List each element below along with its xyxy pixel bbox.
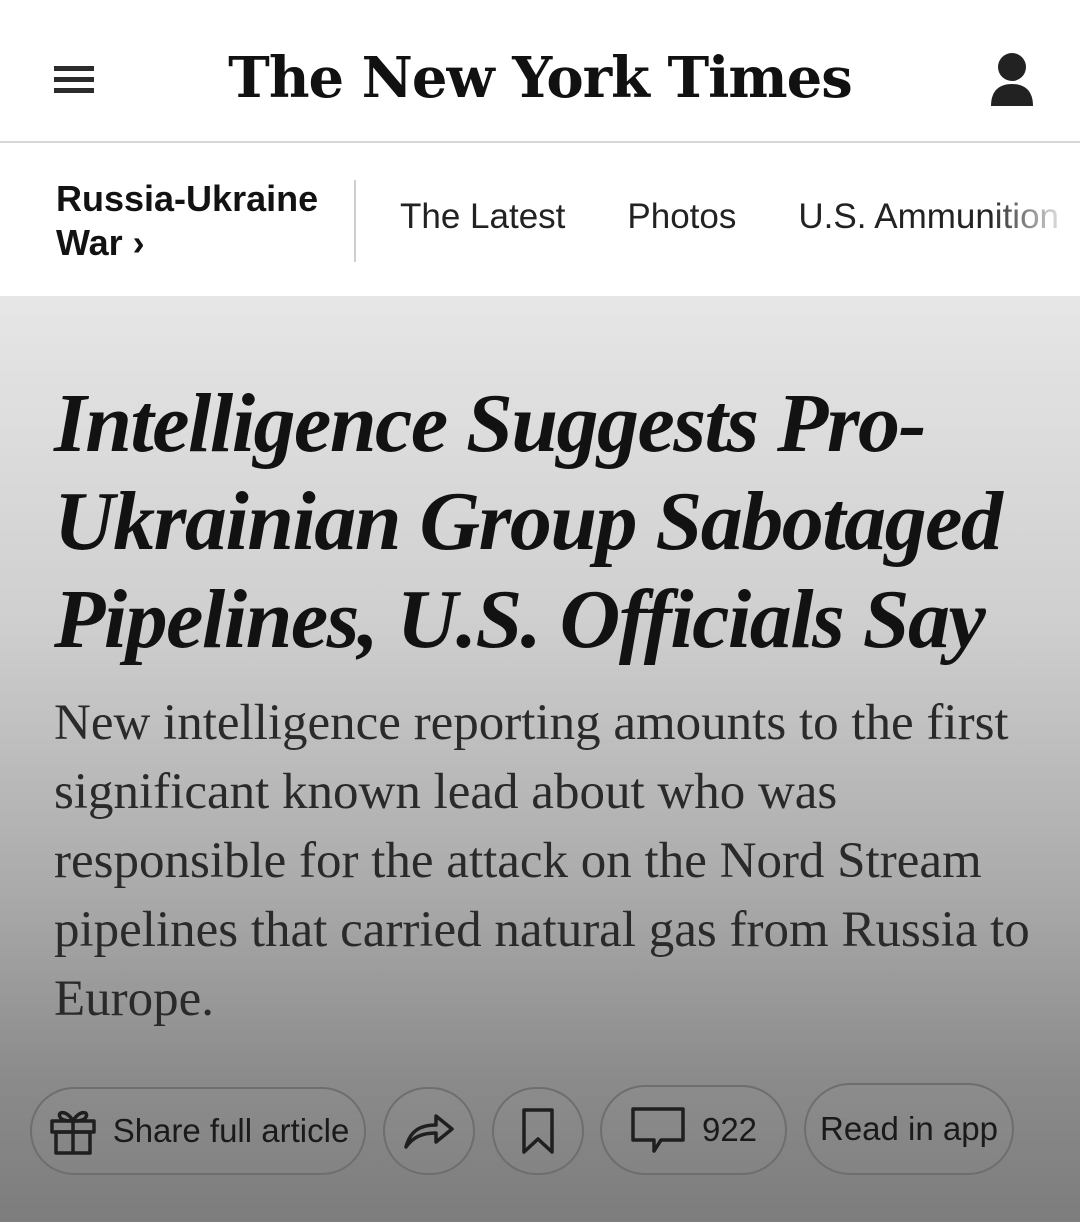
- article-headline: Intelligence Suggests Pro-Ukrainian Grou…: [54, 377, 1003, 666]
- article-hero: Intelligence Suggests Pro-Ukrainian Grou…: [0, 297, 1080, 1222]
- read-in-app-button[interactable]: Read in app: [804, 1083, 1014, 1175]
- share-full-article-label: Share full article: [112, 1112, 350, 1149]
- share-arrow-icon: [402, 1111, 456, 1151]
- read-in-app-label: Read in app: [820, 1110, 998, 1147]
- article-summary: New intelligence reporting amounts to th…: [54, 695, 1030, 1027]
- nav-link-photos[interactable]: Photos: [627, 197, 736, 237]
- share-full-article-button[interactable]: Share full article: [30, 1087, 366, 1175]
- masthead: The New York Times: [0, 0, 1080, 143]
- bookmark-icon: [520, 1107, 556, 1155]
- section-nav-links: The Latest Photos U.S. Ammunition Fa: [400, 197, 1080, 237]
- section-nav: Russia-Ukraine War › The Latest Photos U…: [0, 145, 1080, 297]
- section-divider: [354, 180, 356, 262]
- user-account-icon[interactable]: [984, 50, 1040, 110]
- nyt-logo[interactable]: The New York Times: [228, 38, 853, 118]
- comment-count: 922: [701, 1111, 758, 1148]
- save-button[interactable]: [492, 1087, 584, 1175]
- hamburger-menu-icon[interactable]: [50, 58, 98, 102]
- comment-icon: [630, 1106, 686, 1154]
- section-title-link[interactable]: Russia-Ukraine War ›: [56, 177, 341, 265]
- nav-scroll-fade: [990, 145, 1080, 295]
- gift-icon: [47, 1105, 99, 1157]
- comments-button[interactable]: 922: [600, 1085, 787, 1175]
- share-button[interactable]: [383, 1087, 475, 1175]
- nav-link-the-latest[interactable]: The Latest: [400, 197, 565, 237]
